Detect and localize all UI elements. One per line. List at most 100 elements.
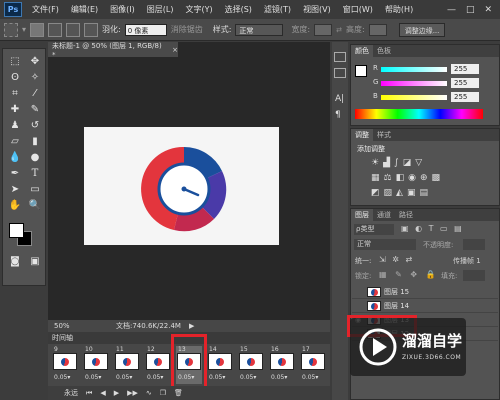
actions-panel-icon[interactable]: [334, 68, 346, 78]
menu-help[interactable]: 帮助(H): [379, 4, 419, 15]
menu-select[interactable]: 选择(S): [219, 4, 258, 15]
move-icon[interactable]: ✥: [27, 55, 43, 68]
close-button[interactable]: ✕: [484, 5, 492, 15]
marquee-icon[interactable]: ⬚: [7, 55, 23, 68]
status-arrow-icon[interactable]: ▶: [189, 322, 194, 330]
prev-frame-icon[interactable]: ◀: [100, 389, 105, 397]
b-value[interactable]: 255: [451, 92, 479, 102]
frame-delay[interactable]: 0.05▾: [240, 374, 256, 381]
menu-filter[interactable]: 滤镜(T): [258, 4, 297, 15]
path-selection-icon[interactable]: ➤: [7, 183, 23, 196]
width-input[interactable]: [314, 23, 333, 36]
tab-styles[interactable]: 样式: [373, 130, 395, 140]
timeline-frame[interactable]: 16 0.05▾: [269, 346, 295, 384]
new-selection-icon[interactable]: [30, 22, 45, 37]
timeline-frame[interactable]: 10 0.05▾: [83, 346, 109, 384]
history-brush-icon[interactable]: ↺: [27, 119, 43, 132]
layer-row[interactable]: 图层 14: [352, 300, 498, 313]
tween-icon[interactable]: ∿: [146, 389, 152, 397]
play-icon[interactable]: ▶: [114, 389, 119, 397]
lasso-icon[interactable]: ʘ: [7, 71, 23, 84]
blur-icon[interactable]: 💧: [7, 151, 23, 164]
clone-stamp-icon[interactable]: ♟: [7, 119, 23, 132]
menu-view[interactable]: 视图(V): [297, 4, 337, 15]
document-tab-close[interactable]: ×: [172, 46, 178, 54]
zoom-level[interactable]: 50%: [48, 322, 82, 330]
lookup-icon[interactable]: ▩: [432, 173, 441, 183]
pen-icon[interactable]: ✒: [7, 167, 23, 180]
shape-icon[interactable]: ▭: [27, 183, 43, 196]
lock-icons[interactable]: ▦ ✎ ✥ 🔒: [379, 270, 439, 279]
color-balance-icon[interactable]: ⚖: [384, 173, 392, 183]
type-icon[interactable]: T: [27, 167, 43, 180]
timeline-frame[interactable]: 17 0.05▾: [300, 346, 326, 384]
b-slider[interactable]: [381, 95, 447, 100]
unify-icons[interactable]: ⇲ ✲ ⇄: [379, 255, 414, 264]
timeline-frame[interactable]: 11 0.05▾: [114, 346, 140, 384]
brush-icon[interactable]: ✎: [27, 103, 43, 116]
vibrance-icon[interactable]: ▽: [415, 158, 422, 168]
channel-mixer-icon[interactable]: ⊕: [420, 173, 428, 183]
duplicate-frame-icon[interactable]: ❐: [160, 389, 166, 397]
hand-icon[interactable]: ✋: [7, 199, 23, 212]
tab-channels[interactable]: 通道: [373, 210, 395, 220]
minimize-button[interactable]: —: [447, 5, 456, 15]
frame-delay[interactable]: 0.05▾: [116, 374, 132, 381]
foreground-color-swatch[interactable]: [9, 223, 24, 238]
first-frame-icon[interactable]: ⏮: [86, 389, 92, 398]
layer-kind-filter[interactable]: ρ类型: [354, 224, 394, 235]
refine-edge-button[interactable]: 调整边缘...: [398, 22, 446, 37]
marquee-tool-icon[interactable]: [4, 22, 18, 37]
exposure-icon[interactable]: ◪: [403, 158, 412, 168]
style-select[interactable]: 正常: [235, 23, 284, 36]
bw-icon[interactable]: ◧: [396, 173, 405, 183]
magic-wand-icon[interactable]: ✧: [27, 71, 43, 84]
fg-color-chip[interactable]: [355, 65, 367, 77]
frame-delay[interactable]: 0.05▾: [85, 374, 101, 381]
feather-input[interactable]: 0 像素: [124, 23, 167, 36]
frame-delay[interactable]: 0.05▾: [271, 374, 287, 381]
tab-swatches[interactable]: 色板: [373, 46, 395, 56]
frame-delay[interactable]: 0.05▾: [209, 374, 225, 381]
posterize-icon[interactable]: ▨: [384, 188, 393, 198]
layer-name[interactable]: 图层 14: [384, 301, 409, 311]
selective-color-icon[interactable]: ▣: [407, 188, 416, 198]
menu-image[interactable]: 图像(I): [104, 4, 141, 15]
delete-frame-icon[interactable]: 🗑: [174, 389, 183, 397]
gradient-icon[interactable]: ▮: [27, 135, 43, 148]
timeline-frame[interactable]: 9 0.05▾: [52, 346, 78, 384]
healing-brush-icon[interactable]: ✚: [7, 103, 23, 116]
propagate-checkbox[interactable]: 传播帧 1: [453, 256, 481, 266]
loop-select[interactable]: 永远: [64, 388, 78, 398]
menu-edit[interactable]: 编辑(E): [65, 4, 104, 15]
eraser-icon[interactable]: ▱: [7, 135, 23, 148]
menu-window[interactable]: 窗口(W): [337, 4, 379, 15]
menu-type[interactable]: 文字(Y): [179, 4, 218, 15]
document-tab[interactable]: 未标题-1 @ 50% (图层 1, RGB/8) * ×: [48, 42, 178, 59]
timeline-frame[interactable]: 12 0.05▾: [145, 346, 171, 384]
history-panel-icon[interactable]: [334, 52, 346, 62]
dodge-icon[interactable]: ●: [27, 151, 43, 164]
screen-mode-icon[interactable]: ▣: [27, 255, 43, 268]
crop-icon[interactable]: ⌗: [7, 87, 23, 100]
menu-layer[interactable]: 图层(L): [141, 4, 180, 15]
timeline-frame[interactable]: 14 0.05▾: [207, 346, 233, 384]
paragraph-panel-icon[interactable]: A|: [335, 94, 344, 104]
menu-file[interactable]: 文件(F): [26, 4, 65, 15]
threshold-icon[interactable]: ◭: [396, 188, 403, 198]
add-selection-icon[interactable]: [48, 22, 63, 37]
next-frame-icon[interactable]: ▶▶: [127, 389, 138, 397]
tab-adjustments[interactable]: 调整: [351, 129, 373, 141]
layer-name[interactable]: 图层 15: [384, 287, 409, 297]
character-panel-icon[interactable]: ¶: [335, 110, 341, 120]
brightness-icon[interactable]: ☀: [371, 158, 379, 168]
levels-icon[interactable]: ▟: [383, 158, 390, 168]
canvas[interactable]: [84, 127, 279, 245]
color-spectrum[interactable]: [355, 109, 483, 119]
quick-mask-icon[interactable]: ◙: [7, 255, 23, 268]
blend-mode-select[interactable]: 正常: [354, 239, 416, 250]
frame-delay[interactable]: 0.05▾: [302, 374, 318, 381]
fill-input[interactable]: [463, 270, 485, 281]
layer-row[interactable]: 图层 15: [352, 286, 498, 299]
hue-icon[interactable]: ▦: [371, 173, 380, 183]
